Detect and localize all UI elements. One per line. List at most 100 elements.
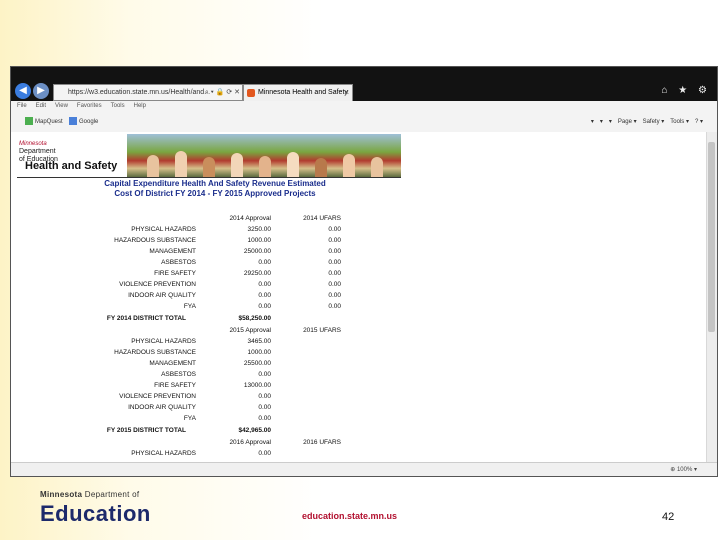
category-label: ASBESTOS — [161, 371, 196, 378]
address-url: https://w3.education.state.mn.us/Health/… — [68, 89, 211, 96]
approval-value: 13000.00 — [243, 382, 271, 389]
approval-value: 0.00 — [258, 371, 271, 378]
browser-titlebar: ◀ ▶ https://w3.education.state.mn.us/Hea… — [11, 67, 717, 101]
approval-value: 0.00 — [258, 450, 271, 457]
favorites-bar: MapQuest Google ▾ ▾ ▾ Page ▾ Safety ▾ Tools ▾… — [11, 112, 717, 133]
approval-value: 29250.00 — [243, 270, 271, 277]
ufars-column-header: 2014 UFARS — [303, 215, 341, 222]
ufars-column-header: 2015 UFARS — [303, 327, 341, 334]
address-bar[interactable]: https://w3.education.state.mn.us/Health/… — [53, 84, 243, 101]
command-item[interactable]: Page ▾ — [618, 119, 637, 125]
banner-title: Health and Safety — [25, 160, 118, 172]
website-url: education.state.mn.us — [302, 511, 398, 521]
approval-value: 0.00 — [258, 393, 271, 400]
approval-value: 25500.00 — [243, 360, 271, 367]
logo-education-word: Education — [40, 501, 151, 526]
ufars-value: 0.00 — [328, 303, 341, 310]
category-label: FYA — [183, 415, 196, 422]
category-label: PHYSICAL HAZARDS — [131, 450, 196, 457]
approval-value: 0.00 — [258, 303, 271, 310]
ufars-value: 0.00 — [328, 259, 341, 266]
approval-value: 0.00 — [258, 292, 271, 299]
approval-value: 1000.00 — [247, 237, 272, 244]
status-bar: ⊕ 100% ▾ — [11, 462, 717, 476]
logo-dept-line: Minnesota Department of — [40, 490, 140, 499]
district-total-value: $58,250.00 — [238, 315, 271, 322]
ufars-value: 0.00 — [328, 281, 341, 288]
home-favorites-settings-icons[interactable]: ⌂ ★ ⚙ — [661, 85, 711, 96]
category-label: VIOLENCE PREVENTION — [119, 281, 196, 288]
category-label: HAZARDOUS SUBSTANCE — [114, 349, 196, 356]
command-bar: ▾ ▾ ▾ Page ▾ Safety ▾ Tools ▾ ? ▾ — [585, 112, 703, 132]
category-label: HAZARDOUS SUBSTANCE — [114, 237, 196, 244]
approval-column-header: 2014 Approval — [229, 215, 271, 222]
menu-item-edit[interactable]: Edit — [36, 103, 46, 109]
command-item[interactable]: ? ▾ — [695, 119, 703, 125]
approval-column-header: 2015 Approval — [229, 327, 271, 334]
approval-value: 1000.00 — [247, 349, 272, 356]
favorites-item-mapquest[interactable]: MapQuest — [25, 112, 63, 132]
back-arrow-icon[interactable]: ◀ — [15, 83, 31, 99]
browser-screenshot: ◀ ▶ https://w3.education.state.mn.us/Hea… — [10, 66, 718, 477]
district-total-label: FY 2014 DISTRICT TOTAL — [106, 315, 186, 322]
mapquest-icon — [25, 117, 33, 126]
category-label: MANAGEMENT — [149, 360, 196, 367]
mde-logo: Minnesota Department of Education Health… — [17, 134, 125, 177]
category-label: MANAGEMENT — [149, 248, 196, 255]
ufars-value: 0.00 — [328, 237, 341, 244]
scrollbar-thumb[interactable] — [708, 142, 715, 332]
approval-value: 0.00 — [258, 415, 271, 422]
approval-value: 0.00 — [258, 259, 271, 266]
tab-title: Minnesota Health and Safety — [258, 89, 348, 96]
approval-column-header: 2016 Approval — [229, 439, 271, 446]
zoom-level[interactable]: ⊕ 100% ▾ — [670, 463, 697, 476]
menu-item-tools[interactable]: Tools — [111, 103, 125, 109]
category-label: ASBESTOS — [161, 259, 196, 266]
category-label: FIRE SAFETY — [154, 382, 196, 389]
approval-value: 3465.00 — [247, 338, 272, 345]
category-label: PHYSICAL HAZARDS — [131, 226, 196, 233]
address-bar-icons[interactable]: ⌕ ▾ 🔒 ⟳ ✕ — [205, 85, 240, 100]
ufars-value: 0.00 — [328, 270, 341, 277]
students-photo — [127, 134, 401, 177]
page-content: Minnesota Department of Education Health… — [11, 132, 707, 462]
command-item[interactable]: ▾ — [609, 119, 612, 125]
health-safety-banner: Minnesota Department of Education Health… — [17, 134, 401, 178]
approval-value: 0.00 — [258, 281, 271, 288]
category-label: FIRE SAFETY — [154, 270, 196, 277]
ufars-value: 0.00 — [328, 248, 341, 255]
ufars-value: 0.00 — [328, 292, 341, 299]
slide-footer: Minnesota Department of Education educat… — [0, 480, 720, 540]
forward-arrow-icon[interactable]: ▶ — [33, 83, 49, 99]
menu-bar: File Edit View Favorites Tools Help — [11, 101, 717, 112]
command-item[interactable]: ▾ — [591, 119, 594, 125]
tab-close-icon[interactable]: × — [344, 85, 349, 101]
category-label: INDOOR AIR QUALITY — [128, 292, 196, 299]
category-label: PHYSICAL HAZARDS — [131, 338, 196, 345]
slide-number: 42 — [662, 511, 675, 523]
menu-item-view[interactable]: View — [55, 103, 68, 109]
approval-value: 0.00 — [258, 404, 271, 411]
district-total-label: FY 2015 DISTRICT TOTAL — [106, 427, 186, 434]
ufars-value: 0.00 — [328, 226, 341, 233]
menu-item-file[interactable]: File — [17, 103, 27, 109]
category-label: FYA — [183, 303, 196, 310]
category-label: VIOLENCE PREVENTION — [119, 393, 196, 400]
mde-footer-logo: Minnesota Department of Education — [40, 490, 151, 527]
favorites-item-google[interactable]: Google — [69, 112, 98, 132]
approval-value: 25000.00 — [243, 248, 271, 255]
approval-value: 3250.00 — [247, 226, 272, 233]
menu-item-favorites[interactable]: Favorites — [77, 103, 102, 109]
command-item[interactable]: ▾ — [600, 119, 603, 125]
report-title: Capital Expenditure Health And Safety Re… — [104, 179, 326, 198]
vertical-scrollbar[interactable] — [706, 132, 717, 462]
menu-item-help[interactable]: Help — [134, 103, 146, 109]
google-icon — [69, 117, 77, 126]
ufars-column-header: 2016 UFARS — [303, 439, 341, 446]
district-total-value: $42,965.00 — [238, 427, 271, 434]
command-item[interactable]: Tools ▾ — [670, 119, 689, 125]
category-label: INDOOR AIR QUALITY — [128, 404, 196, 411]
favicon-icon — [247, 89, 255, 97]
browser-tab[interactable]: Minnesota Health and Safety × — [243, 84, 353, 101]
command-item[interactable]: Safety ▾ — [643, 119, 665, 125]
